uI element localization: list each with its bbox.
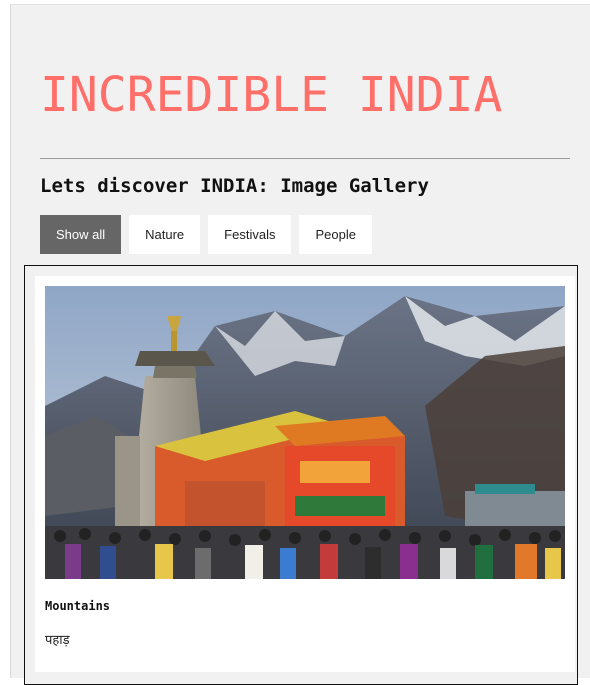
filter-festivals-button[interactable]: Festivals [208,215,292,254]
filter-show-all-button[interactable]: Show all [40,215,122,254]
gallery-item-description: पहाड़ [45,633,70,648]
filter-nature-button[interactable]: Nature [129,215,201,254]
gallery-container: Mountains पहाड़ [24,265,578,685]
filter-people-button[interactable]: People [299,215,372,254]
temple-mountain-photo[interactable] [45,286,565,579]
divider [40,158,570,159]
page-title: INCREDIBLE INDIA [40,67,503,123]
gallery-item-title: Mountains [45,599,111,613]
page-container: INCREDIBLE INDIA Lets discover INDIA: Im… [10,4,590,685]
gallery-card[interactable]: Mountains पहाड़ [35,276,575,672]
gallery-heading: Lets discover INDIA: Image Gallery [40,175,429,197]
filter-button-group: Show all Nature Festivals People [40,215,372,254]
